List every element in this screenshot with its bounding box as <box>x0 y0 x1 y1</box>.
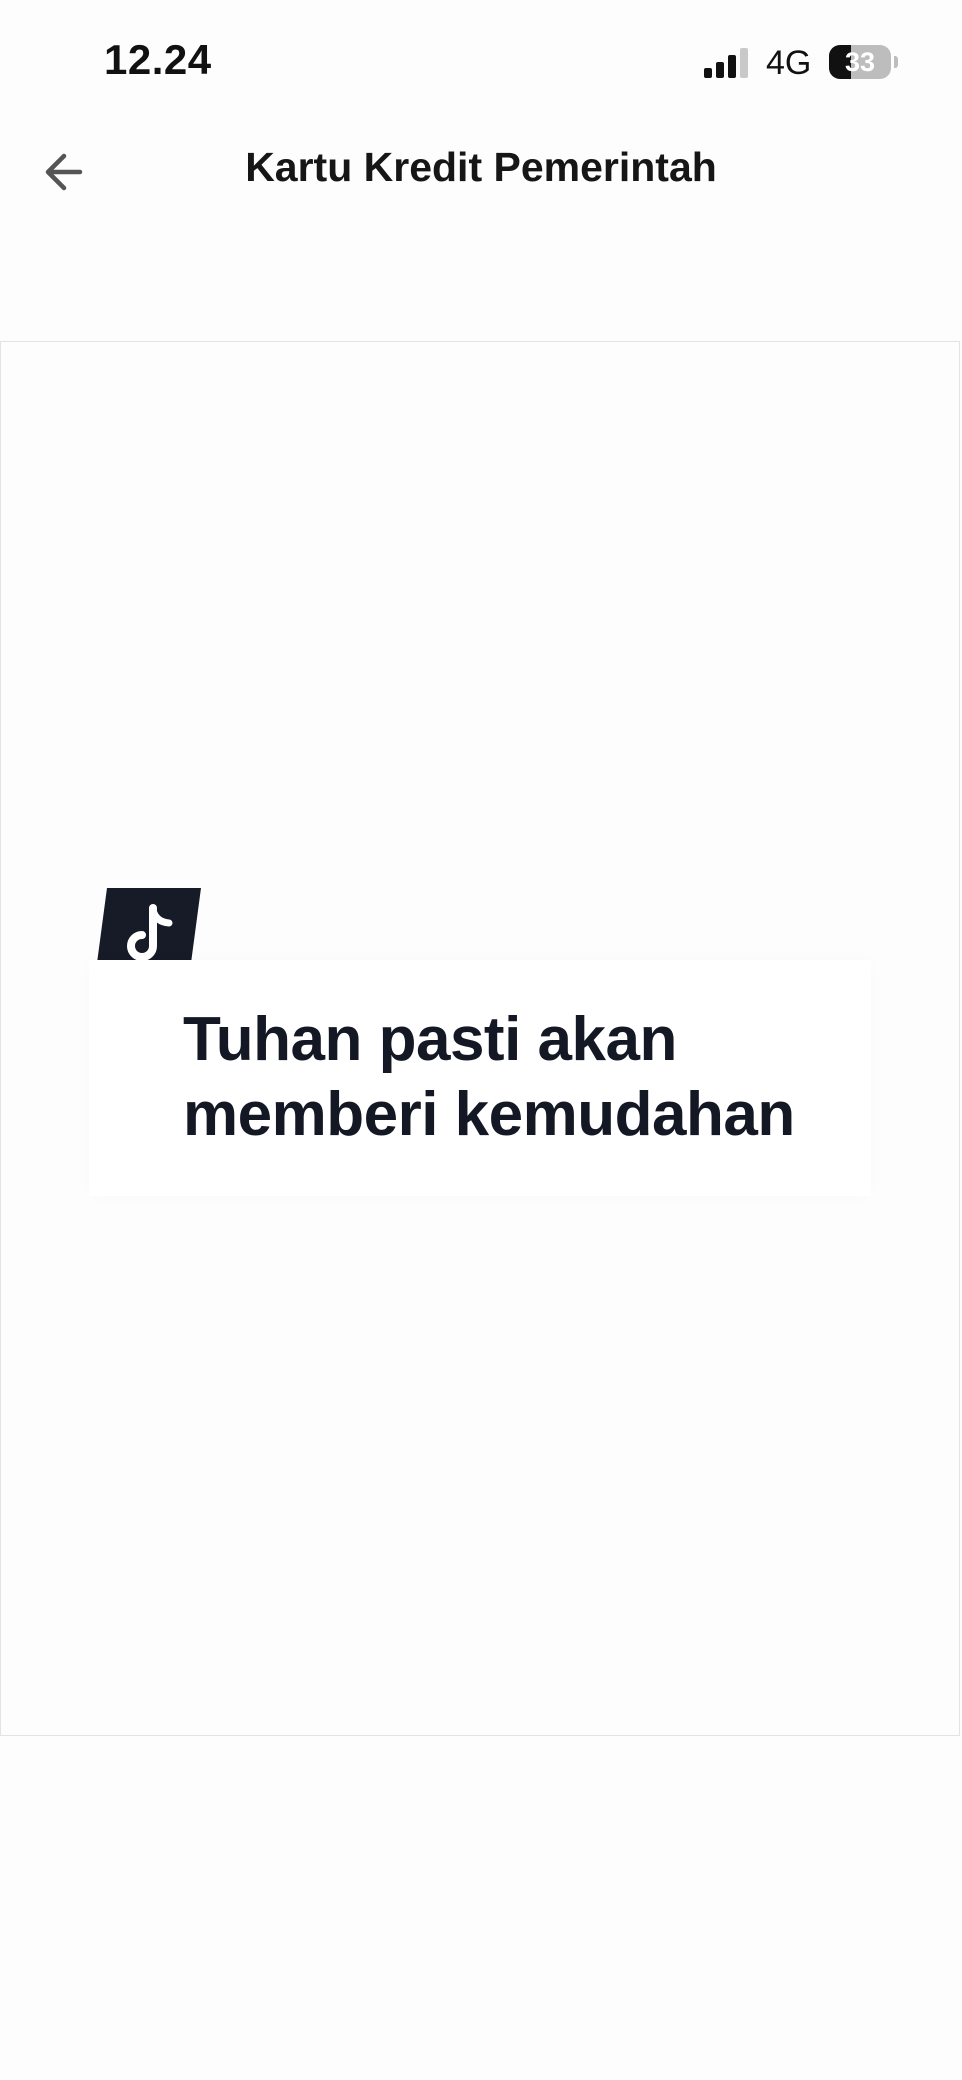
app-header: Kartu Kredit Pemerintah <box>0 120 962 220</box>
status-bar: 12.24 4G 33 <box>0 0 962 120</box>
page-title: Kartu Kredit Pemerintah <box>245 144 717 190</box>
caption-box: Tuhan pasti akan memberi kemudahan <box>89 960 871 1196</box>
signal-strength-icon <box>704 48 752 78</box>
status-time: 12.24 <box>104 36 212 83</box>
battery-tip <box>894 56 898 68</box>
caption-line-1: Tuhan pasti akan <box>183 1005 677 1074</box>
network-type: 4G <box>766 44 812 82</box>
content-frame: Tuhan pasti akan memberi kemudahan <box>0 341 960 1736</box>
caption-line-2: memberi kemudahan <box>183 1080 795 1149</box>
battery-level: 33 <box>844 47 876 77</box>
battery-icon: 33 <box>829 45 891 79</box>
caption-text: Tuhan pasti akan memberi kemudahan <box>183 1002 795 1152</box>
